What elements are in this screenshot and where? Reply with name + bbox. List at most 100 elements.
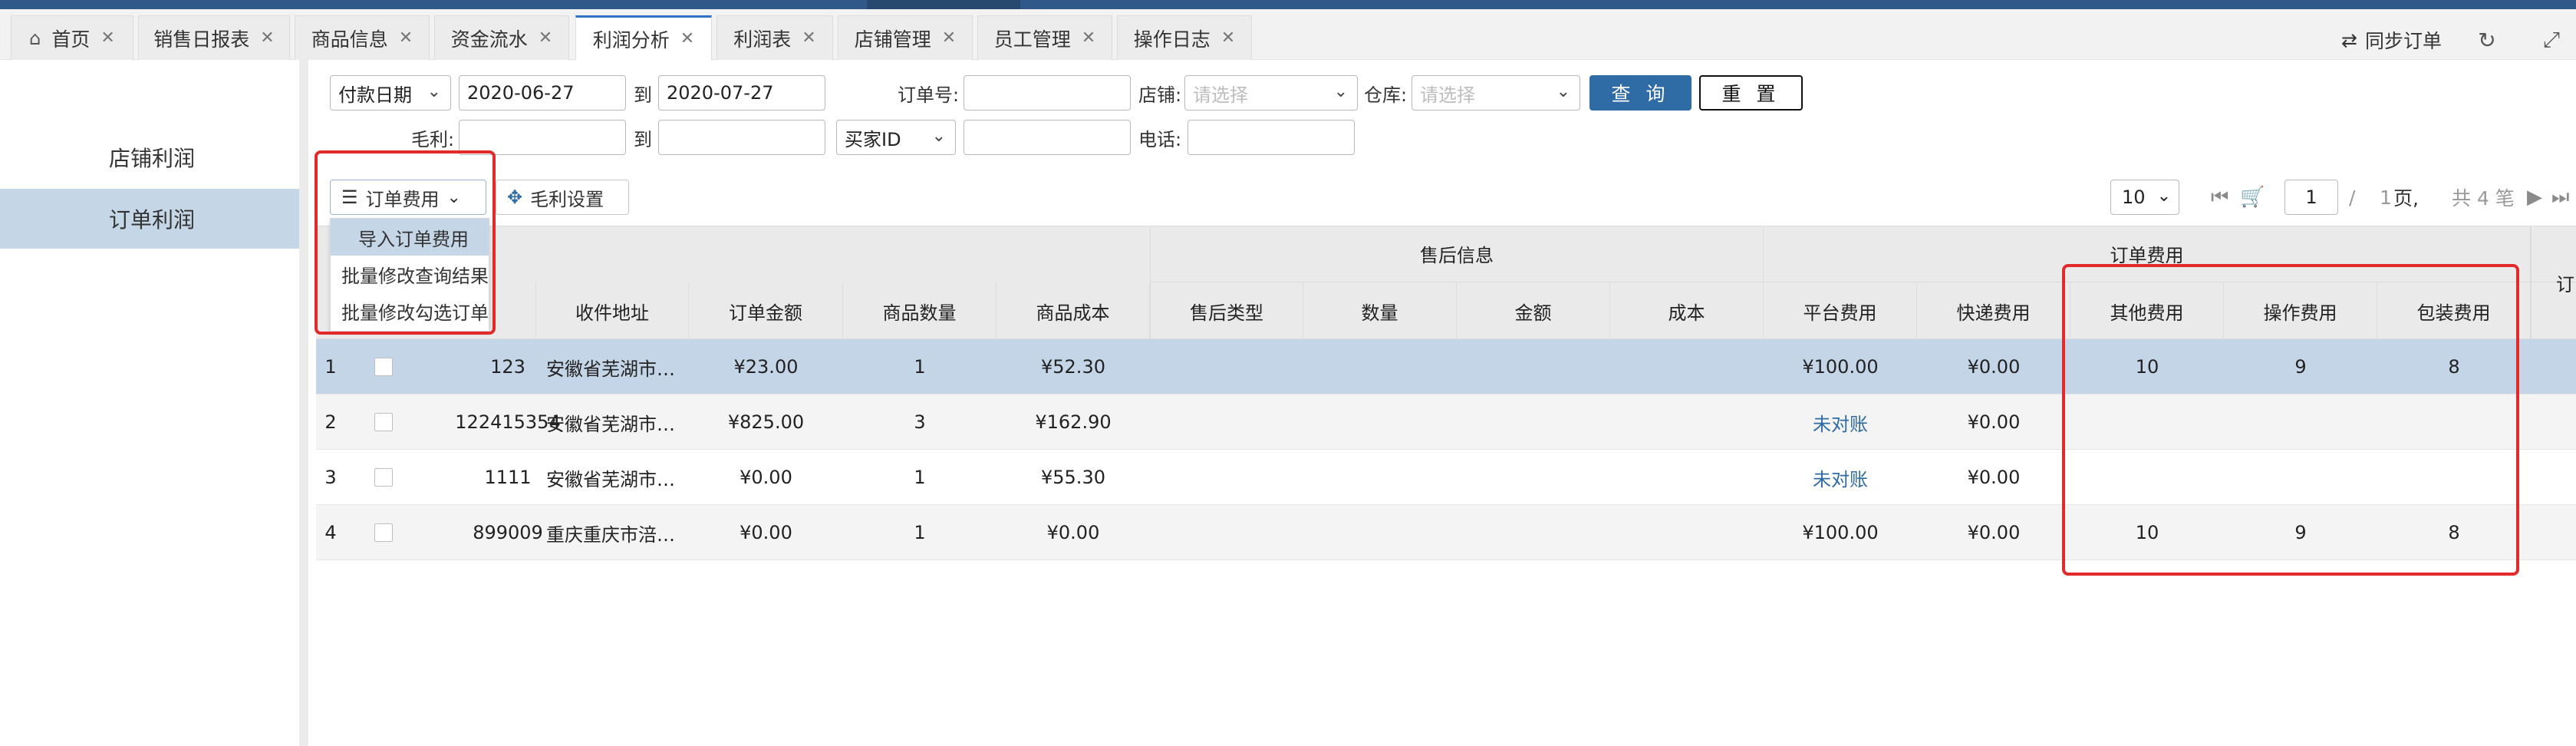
tab-staff-management[interactable]: 员工管理 ✕ xyxy=(977,15,1112,60)
express-fee-cell: ¥0.00 xyxy=(1967,411,2021,433)
page-slash: / xyxy=(2349,186,2356,209)
cost-cell: ¥55.30 xyxy=(1041,467,1105,488)
profit-from-input[interactable] xyxy=(459,120,626,155)
platform-fee-unreconciled-link[interactable]: 未对账 xyxy=(1764,394,1917,450)
table-row[interactable]: 2 122415354 安徽省芜湖市… ¥825.00 3 ¥162.90 未对… xyxy=(316,394,2576,450)
first-page-icon[interactable]: ⏮ xyxy=(2211,180,2228,215)
order-fee-dropdown-button[interactable]: ☰ 订单费用 ⌄ xyxy=(330,180,486,215)
tab-shop-management[interactable]: 店铺管理 ✕ xyxy=(838,15,973,60)
move-icon: ✥ xyxy=(507,186,523,208)
tab-label: 操作日志 xyxy=(1133,28,1211,51)
close-icon[interactable]: ✕ xyxy=(1082,28,1095,48)
profit-settings-button[interactable]: ✥ 毛利设置 xyxy=(496,180,629,215)
platform-fee-cell: ¥100.00 xyxy=(1802,522,1879,543)
shop-select[interactable]: 请选择 ⌄ xyxy=(1184,75,1358,111)
header-segment xyxy=(867,0,1020,9)
buyer-value-input[interactable] xyxy=(964,120,1131,155)
close-icon[interactable]: ✕ xyxy=(260,28,274,48)
row-checkbox[interactable] xyxy=(374,413,393,431)
table-row[interactable]: 1 123 安徽省芜湖市… ¥23.00 1 ¥52.30 ¥100.00 ¥0… xyxy=(316,339,2576,394)
phone-input[interactable] xyxy=(1188,120,1355,155)
refresh-icon[interactable]: ↻ xyxy=(2472,18,2502,61)
row-checkbox[interactable] xyxy=(374,468,393,487)
qty-cell: 1 xyxy=(914,467,926,488)
date-to-input[interactable]: 2020-07-27 xyxy=(658,75,825,111)
order-no-input[interactable] xyxy=(964,75,1131,111)
tab-profit-analysis[interactable]: 利润分析 ✕ xyxy=(575,15,712,60)
close-icon[interactable]: ✕ xyxy=(1221,28,1235,48)
menu-item-batch-edit-query-results[interactable]: 批量修改查询结果 xyxy=(331,256,489,292)
col-header-operation-fee: 操作费用 xyxy=(2224,282,2377,339)
chevron-down-icon: ⌄ xyxy=(446,187,461,207)
col-header-express-fee: 快递费用 xyxy=(1917,282,2070,339)
operation-fee-cell xyxy=(2224,394,2377,450)
home-icon: ⌂ xyxy=(29,27,41,49)
group-header-after-sale: 售后信息 xyxy=(1150,226,1764,282)
table-row[interactable]: 3 1111 安徽省芜湖市… ¥0.00 1 ¥55.30 未对账 ¥0.00 xyxy=(316,450,2576,505)
other-fee-cell xyxy=(2070,450,2224,505)
profit-to-input[interactable] xyxy=(658,120,825,155)
close-icon[interactable]: ✕ xyxy=(680,29,694,48)
close-icon[interactable]: ✕ xyxy=(942,28,956,48)
col-header-after-sale-cost: 成本 xyxy=(1610,282,1764,339)
chevron-down-icon: ⌄ xyxy=(427,82,441,101)
query-button[interactable]: 查 询 xyxy=(1589,75,1692,111)
tab-cash-flow[interactable]: 资金流水 ✕ xyxy=(434,15,569,60)
page-size-select[interactable]: 10 ⌄ xyxy=(2110,180,2179,215)
date-from-value: 2020-06-27 xyxy=(467,82,575,104)
chevron-down-icon: ⌄ xyxy=(1333,82,1348,101)
express-fee-cell: ¥0.00 xyxy=(1967,522,2021,543)
row-checkbox[interactable] xyxy=(374,523,393,542)
phone-label: 电话: xyxy=(1138,128,1182,150)
to-label: 到 xyxy=(634,84,652,106)
sidebar-item-order-profit[interactable]: 订单利润 xyxy=(0,189,299,249)
table-row[interactable]: 4 899009 重庆重庆市涪… ¥0.00 1 ¥0.00 ¥100.00 ¥… xyxy=(316,505,2576,560)
express-fee-cell: ¥0.00 xyxy=(1967,356,2021,378)
sync-orders-button[interactable]: ⇄ 同步订单 xyxy=(2341,18,2442,61)
tab-goods-info[interactable]: 商品信息 ✕ xyxy=(295,15,430,60)
col-header-other-fee: 其他费用 xyxy=(2070,282,2224,339)
tab-label: 员工管理 xyxy=(993,28,1071,51)
last-page-icon[interactable]: ⏭ xyxy=(2551,180,2569,215)
next-page-icon[interactable]: ▶ xyxy=(2527,180,2542,215)
menu-item-import-order-fees[interactable]: 导入订单费用 xyxy=(331,219,489,256)
tab-label: 利润分析 xyxy=(592,28,670,51)
close-icon[interactable]: ✕ xyxy=(539,28,552,48)
close-icon[interactable]: ✕ xyxy=(399,28,413,48)
packing-fee-cell: 8 xyxy=(2448,522,2460,543)
buyer-type-value: 买家ID xyxy=(845,128,901,150)
close-icon[interactable]: ✕ xyxy=(802,28,815,48)
date-to-value: 2020-07-27 xyxy=(667,82,774,104)
cost-cell: ¥162.90 xyxy=(1035,411,1112,433)
close-icon[interactable]: ✕ xyxy=(100,28,114,48)
amount-cell: ¥825.00 xyxy=(727,411,805,433)
col-header-goods-cost: 商品成本 xyxy=(996,282,1150,339)
tab-home[interactable]: ⌂ 首页 ✕ xyxy=(11,15,133,60)
reset-button[interactable]: 重 置 xyxy=(1699,75,1803,111)
tab-label: 销售日报表 xyxy=(153,28,250,51)
chevron-down-icon: ⌄ xyxy=(1556,82,1570,101)
buyer-type-select[interactable]: 买家ID ⌄ xyxy=(836,120,956,155)
cart-icon[interactable]: 🛒 xyxy=(2240,180,2265,215)
col-header-goods-qty: 商品数量 xyxy=(843,282,996,339)
platform-fee-cell: ¥100.00 xyxy=(1802,356,1879,378)
date-type-select[interactable]: 付款日期 ⌄ xyxy=(330,75,451,111)
page-number-input[interactable]: 1 xyxy=(2284,180,2338,215)
tab-sales-daily[interactable]: 销售日报表 ✕ xyxy=(138,15,290,60)
sidebar-item-shop-profit[interactable]: 店铺利润 xyxy=(0,127,299,187)
menu-item-batch-edit-checked-orders[interactable]: 批量修改勾选订单 xyxy=(331,292,489,329)
row-checkbox[interactable] xyxy=(374,358,393,376)
tab-profit-statement[interactable]: 利润表 ✕ xyxy=(716,15,833,60)
fullscreen-icon[interactable]: ⤢ xyxy=(2536,18,2567,61)
tab-label: 商品信息 xyxy=(311,28,388,51)
profit-label: 毛利: xyxy=(411,128,455,150)
platform-fee-unreconciled-link[interactable]: 未对账 xyxy=(1764,450,1917,505)
cost-cell: ¥0.00 xyxy=(1046,522,1100,543)
date-from-input[interactable]: 2020-06-27 xyxy=(459,75,626,111)
tab-operation-log[interactable]: 操作日志 ✕ xyxy=(1117,15,1252,60)
warehouse-select[interactable]: 请选择 ⌄ xyxy=(1412,75,1580,111)
top-header-bar xyxy=(0,0,2576,9)
packing-fee-cell: 8 xyxy=(2448,356,2460,378)
warehouse-label: 仓库: xyxy=(1364,84,1408,106)
operation-fee-cell: 9 xyxy=(2294,522,2307,543)
